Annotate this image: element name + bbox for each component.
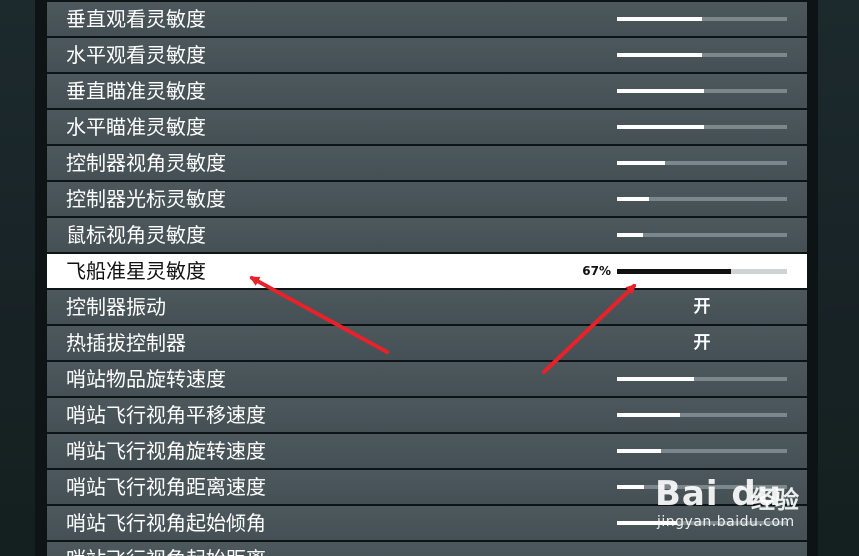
setting-row[interactable]: 飞船准星灵敏度 67%	[47, 254, 807, 288]
slider-track[interactable]	[617, 53, 787, 57]
setting-label: 哨站飞行视角平移速度	[66, 403, 266, 427]
slider-track[interactable]	[617, 413, 787, 417]
slider-track[interactable]	[617, 197, 787, 201]
setting-label: 哨站飞行视角起始距离	[66, 542, 266, 556]
slider-track[interactable]	[617, 161, 787, 165]
setting-row[interactable]: 水平瞄准灵敏度	[47, 110, 807, 144]
setting-row[interactable]: 热插拔控制器 开	[47, 326, 807, 360]
slider-fill	[617, 485, 645, 489]
slider-fill	[617, 449, 662, 453]
setting-label: 垂直观看灵敏度	[66, 7, 206, 31]
setting-row[interactable]: 哨站物品旋转速度	[47, 362, 807, 396]
slider-track[interactable]	[617, 17, 787, 21]
setting-label: 水平观看灵敏度	[66, 43, 206, 67]
watermark-product: 经验	[751, 486, 799, 514]
slider-fill	[617, 197, 650, 201]
slider-track[interactable]	[617, 89, 787, 93]
toggle-value[interactable]: 开	[617, 290, 787, 324]
setting-label: 控制器视角灵敏度	[66, 151, 226, 175]
slider-fill	[617, 161, 665, 165]
setting-row[interactable]: 控制器视角灵敏度	[47, 146, 807, 180]
slider-track[interactable]	[617, 449, 787, 453]
setting-row[interactable]: 控制器振动 开	[47, 290, 807, 324]
slider-track[interactable]	[617, 233, 787, 237]
watermark: Bai du 经验 jingyan.baidu.com	[655, 460, 835, 540]
slider-track[interactable]	[617, 125, 787, 129]
setting-label: 垂直瞄准灵敏度	[66, 79, 206, 103]
setting-row[interactable]: 垂直瞄准灵敏度	[47, 74, 807, 108]
setting-label: 控制器振动	[66, 295, 166, 319]
slider-fill	[617, 53, 702, 57]
setting-row[interactable]: 垂直观看灵敏度	[47, 2, 807, 36]
slider-fill	[617, 125, 704, 129]
setting-row[interactable]: 哨站飞行视角平移速度	[47, 398, 807, 432]
setting-label: 哨站物品旋转速度	[66, 367, 226, 391]
setting-label: 热插拔控制器	[66, 331, 186, 355]
setting-label: 哨站飞行视角起始倾角	[66, 511, 266, 535]
slider-percent: 67%	[582, 264, 611, 278]
setting-label: 哨站飞行视角旋转速度	[66, 439, 266, 463]
setting-row[interactable]: 鼠标视角灵敏度	[47, 218, 807, 252]
setting-label: 鼠标视角灵敏度	[66, 223, 206, 247]
slider-fill	[617, 233, 643, 237]
slider-fill	[617, 413, 680, 417]
watermark-url: jingyan.baidu.com	[657, 514, 795, 530]
slider-fill	[617, 89, 704, 93]
setting-label: 控制器光标灵敏度	[66, 187, 226, 211]
slider-track[interactable]	[617, 377, 787, 381]
setting-label: 水平瞄准灵敏度	[66, 115, 206, 139]
slider-fill	[617, 17, 702, 21]
setting-row[interactable]: 控制器光标灵敏度	[47, 182, 807, 216]
slider-fill	[617, 269, 731, 274]
setting-row[interactable]: 水平观看灵敏度	[47, 38, 807, 72]
slider-fill	[617, 377, 694, 381]
setting-label: 飞船准星灵敏度	[66, 259, 206, 283]
toggle-value[interactable]: 开	[617, 326, 787, 360]
setting-row[interactable]: 哨站飞行视角起始距离	[47, 542, 807, 556]
setting-label: 哨站飞行视角距离速度	[66, 475, 266, 499]
slider-track[interactable]	[617, 269, 787, 274]
